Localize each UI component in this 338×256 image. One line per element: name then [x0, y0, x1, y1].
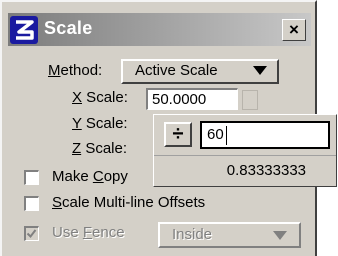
divide-icon: ÷ [172, 123, 184, 145]
dropdown-arrow-icon [253, 66, 267, 75]
calculator-result: 0.83333333 [154, 155, 336, 186]
method-label: Method: [48, 62, 103, 79]
text-caret [226, 126, 227, 145]
checkmark-icon [26, 229, 37, 239]
calculator-input[interactable]: 60 [200, 121, 330, 149]
divide-operator-button[interactable]: ÷ [164, 122, 192, 147]
make-copy-label: Make Copy [52, 168, 128, 185]
dropdown-arrow-icon [273, 231, 287, 240]
fence-mode-dropdown[interactable]: Inside [158, 222, 301, 248]
close-button[interactable]: × [282, 19, 306, 41]
x-scale-lock-toggle[interactable] [242, 90, 258, 110]
scale-multiline-label: Scale Multi-line Offsets [52, 194, 206, 211]
title-bar[interactable]: Scale × [8, 13, 311, 46]
use-fence-label: Use Fence [52, 224, 125, 241]
window-title: Scale [44, 18, 93, 38]
method-selected-value: Active Scale [135, 62, 218, 79]
calculator-popup: ÷ 60 0.83333333 [153, 114, 337, 187]
scale-multiline-checkbox[interactable] [24, 196, 39, 211]
use-fence-checkbox[interactable] [24, 226, 39, 241]
method-dropdown[interactable]: Active Scale [121, 59, 279, 84]
close-icon: × [289, 20, 299, 39]
x-scale-input[interactable]: 50.0000 [146, 88, 238, 110]
z-scale-label: Z Scale: [72, 140, 128, 157]
fence-mode-value: Inside [172, 226, 213, 243]
x-scale-label: X Scale: [72, 89, 128, 106]
y-scale-label: Y Scale: [72, 115, 128, 132]
make-copy-checkbox[interactable] [24, 170, 39, 185]
microstation-logo-icon [10, 16, 38, 44]
